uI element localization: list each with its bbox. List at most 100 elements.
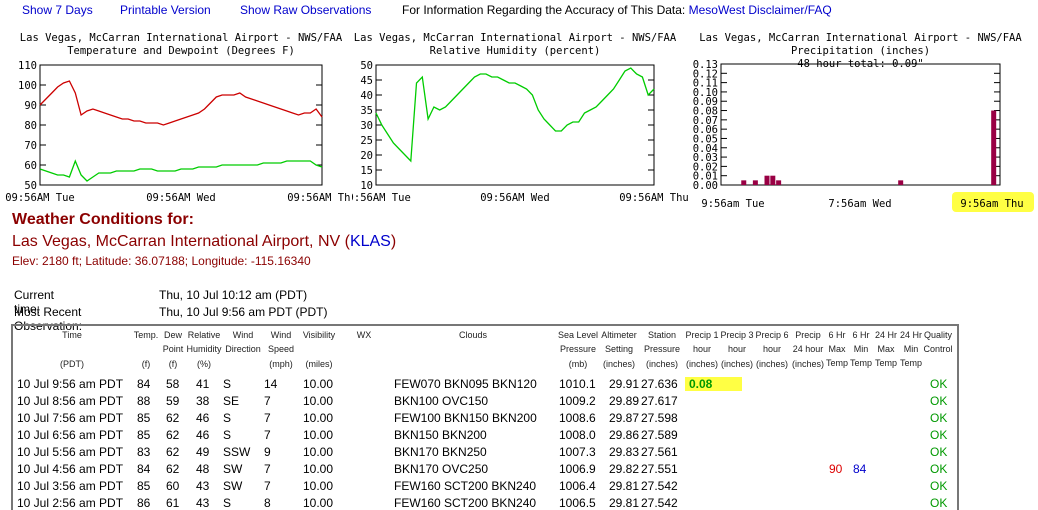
- obs-quality-control: OK: [930, 462, 948, 476]
- temp-chart-title-line2: Temperature and Dewpoint (Degrees F): [67, 45, 295, 57]
- rh-chart-ytick-label: 10: [360, 180, 373, 192]
- precip-bar: [764, 175, 770, 185]
- rh-chart-ytick-label: 25: [360, 135, 373, 147]
- header-clouds: Clouds: [458, 330, 487, 340]
- obs-clouds: BKN170 OVC250: [394, 462, 489, 476]
- temp-chart-plot-frame: [39, 64, 323, 186]
- header-altimeter: Altimeter Setting: [601, 330, 637, 354]
- obs-station-pressure: 27.542: [641, 479, 678, 493]
- obs-temp: 83: [137, 445, 151, 459]
- header-precip-3h: Precip 3 hour: [720, 330, 754, 354]
- header-6hr-min: 6 Hr Min Temp: [849, 330, 872, 368]
- obs-slp: 1008.6: [559, 411, 596, 425]
- obs-temp: 85: [137, 411, 151, 425]
- observations-table: Time Temp. Dew Point Relative Humidity W…: [11, 324, 959, 510]
- obs-slp: 1006.4: [559, 479, 596, 493]
- temp-chart-ytick-label: 90: [24, 100, 37, 112]
- header-24hr-max: 24 Hr Max Temp: [874, 330, 897, 368]
- header-wind-speed: Wind Speed: [267, 330, 295, 354]
- dewpoint-series-line: [39, 159, 323, 182]
- precip-chart-xtick-label: 9:56am Tue: [701, 198, 764, 210]
- obs-station-pressure: 27.551: [641, 462, 678, 476]
- station-elevation: Elev: 2180 ft; Latitude: 36.07188; Longi…: [12, 254, 311, 268]
- obs-precip-1h: 0.08: [685, 377, 743, 391]
- station-name-text: Las Vegas, McCarran International Airpor…: [12, 233, 350, 250]
- obs-clouds: BKN170 BKN250: [394, 445, 487, 459]
- rh-chart-ytick-label: 40: [360, 90, 373, 102]
- obs-slp: 1008.0: [559, 428, 596, 442]
- obs-dew: 59: [166, 394, 180, 408]
- unit-time: (PDT): [60, 359, 84, 369]
- precip-bar: [741, 180, 747, 185]
- precip-chart-plot-frame: [720, 63, 1001, 186]
- obs-altimeter: 29.83: [609, 445, 640, 459]
- obs-quality-control: OK: [930, 479, 948, 493]
- obs-clouds: FEW160 SCT200 BKN240: [394, 479, 537, 493]
- obs-altimeter: 29.86: [609, 428, 640, 442]
- show-raw-observations-link[interactable]: Show Raw Observations: [240, 3, 371, 17]
- unit-precip-3h: (inches): [720, 359, 753, 369]
- temp-chart-ytick-label: 100: [18, 80, 37, 92]
- rh-chart-ytick-label: 35: [360, 105, 373, 117]
- obs-rh: 43: [196, 479, 210, 493]
- header-6hr-max: 6 Hr Max Temp: [825, 330, 848, 368]
- header-temp: Temp.: [133, 330, 159, 340]
- header-wind-dir: Wind Direction: [225, 330, 261, 354]
- obs-wind-dir: SE: [223, 394, 240, 408]
- header-rh: Relative Humidity: [186, 330, 222, 354]
- header-visibility: Visibility: [302, 330, 336, 340]
- obs-clouds: FEW070 BKN095 BKN120: [394, 377, 537, 391]
- obs-rh: 41: [196, 377, 210, 391]
- obs-time: 10 Jul 9:56 am PDT: [17, 377, 124, 391]
- obs-visibility: 10.00: [303, 394, 334, 408]
- obs-quality-control: OK: [930, 411, 948, 425]
- unit-precip-1h: (inches): [685, 359, 718, 369]
- obs-wind-dir: SW: [223, 479, 243, 493]
- obs-station-pressure: 27.636: [641, 377, 678, 391]
- disclaimer-link[interactable]: MesoWest Disclaimer/FAQ: [689, 3, 832, 17]
- obs-quality-control: OK: [930, 428, 948, 442]
- obs-altimeter: 29.82: [609, 462, 640, 476]
- obs-wind-dir: S: [223, 411, 232, 425]
- table-row: 10 Jul 4:56 am PDT 84 62 48 SW 7 10.00 BKN170 O…: [13, 461, 957, 478]
- table-row: 10 Jul 9:56 am PDT 84 58 41 S 14 10.00 FEW070 B…: [13, 376, 957, 393]
- obs-clouds: FEW100 BKN150 BKN200: [394, 411, 537, 425]
- precip-chart-xtick-label: 9:56am Thu: [960, 198, 1023, 210]
- station-name: Las Vegas, McCarran International Airpor…: [12, 233, 396, 251]
- obs-visibility: 10.00: [303, 411, 334, 425]
- rh-chart-ytick-label: 15: [360, 165, 373, 177]
- header-quality-control: Quality Control: [923, 330, 953, 354]
- precip-chart-title-line2: Precipitation (inches): [791, 45, 930, 57]
- header-time: Time: [62, 330, 82, 340]
- table-row: 10 Jul 5:56 am PDT 83 62 49 SSW 9 10.00 BKN170 …: [13, 444, 957, 461]
- obs-rh: 49: [196, 445, 210, 459]
- obs-wind-speed: 7: [264, 411, 271, 425]
- table-row: 10 Jul 7:56 am PDT 85 62 46 S 7 10.00 FEW100 BK…: [13, 410, 957, 427]
- obs-slp: 1010.1: [559, 377, 596, 391]
- station-icao-link[interactable]: KLAS: [350, 233, 391, 250]
- station-close-paren: ): [390, 233, 397, 250]
- rh-chart-xtick-label: 09:56AM Thu: [619, 192, 689, 204]
- obs-dew: 62: [166, 445, 180, 459]
- header-wx: WX: [356, 330, 372, 340]
- recent-observation-value: Thu, 10 Jul 9:56 am PDT (PDT): [159, 305, 328, 319]
- current-time-value: Thu, 10 Jul 10:12 am (PDT): [159, 288, 308, 302]
- obs-visibility: 10.00: [303, 377, 334, 391]
- header-precip-24h: Precip 24 hour: [792, 330, 824, 354]
- obs-quality-control: OK: [930, 445, 948, 459]
- header-24hr-min: 24 Hr Min Temp: [899, 330, 922, 368]
- printable-version-link[interactable]: Printable Version: [120, 3, 211, 17]
- precip-bar: [898, 180, 904, 185]
- humidity-chart-svg: Las Vegas, McCarran International Airpor…: [352, 32, 689, 204]
- show-7-days-link[interactable]: Show 7 Days: [22, 3, 93, 17]
- unit-slp: (mb): [568, 359, 588, 369]
- rh-chart-ytick-label: 45: [360, 75, 373, 87]
- rh-chart-xtick-label: 09:56AM Tue: [352, 192, 411, 204]
- obs-wind-speed: 14: [264, 377, 278, 391]
- temp-chart-ytick-label: 70: [24, 140, 37, 152]
- obs-slp: 1009.2: [559, 394, 596, 408]
- obs-rh: 46: [196, 428, 210, 442]
- humidity-series-line: [375, 67, 655, 163]
- rh-chart-title-line1: Las Vegas, McCarran International Airpor…: [354, 32, 677, 44]
- obs-dew: 62: [166, 462, 180, 476]
